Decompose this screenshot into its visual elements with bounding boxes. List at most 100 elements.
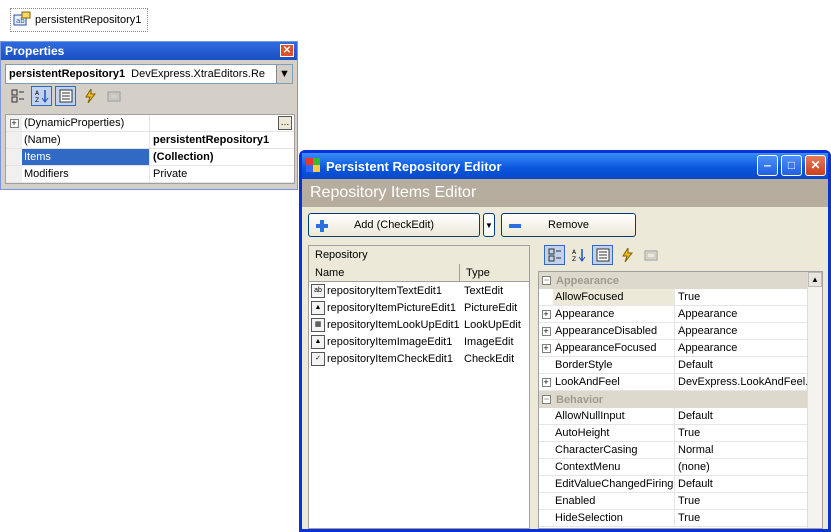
repository-item-name-cell: ▲ repositoryItemImageEdit1 (309, 333, 460, 350)
pictureedit-icon: ▲ (311, 300, 325, 315)
component-tray-item[interactable]: ab persistentRepository1 (10, 8, 149, 32)
property-pages-icon[interactable] (640, 245, 661, 265)
property-row[interactable]: + Appearance Appearance (539, 306, 807, 323)
lookupedit-icon: ▦ (311, 317, 325, 332)
expand-plus-icon[interactable]: + (9, 118, 19, 128)
add-type-dropdown[interactable]: ▼ (483, 213, 495, 237)
plus-icon (316, 220, 328, 232)
repository-item-row[interactable]: ab repositoryItemTextEdit1 TextEdit (309, 282, 529, 299)
property-row[interactable]: EditValueChangedFiringM Default (539, 476, 807, 493)
property-row[interactable]: AllowNullInput Default (539, 408, 807, 425)
property-row[interactable]: + (DynamicProperties) (6, 115, 294, 132)
property-row[interactable]: HideSelection True (539, 510, 807, 527)
alphabetical-icon[interactable]: AZ (568, 245, 589, 265)
repository-item-row[interactable]: ▲ repositoryItemImageEdit1 ImageEdit (309, 333, 529, 350)
property-grid-scrollbar[interactable]: ▲ (807, 272, 822, 528)
property-row[interactable]: + AppearanceFocused Appearance (539, 340, 807, 357)
minimize-icon[interactable]: ‒ (757, 155, 778, 176)
remove-button[interactable]: Remove (501, 213, 636, 237)
repository-editor-window: Persistent Repository Editor ‒ □ ✕ Repos… (299, 150, 831, 532)
add-button[interactable]: Add (CheckEdit) (308, 213, 480, 237)
property-name: (DynamicProperties) (22, 115, 150, 131)
property-value[interactable]: Appearance (675, 340, 807, 356)
property-row[interactable]: AllowFocused True (539, 289, 807, 306)
maximize-icon[interactable]: □ (781, 155, 802, 176)
repository-item-row[interactable]: ▦ repositoryItemLookUpEdit1 LookUpEdit (309, 316, 529, 333)
property-row[interactable]: CharacterCasing Normal (539, 442, 807, 459)
property-row[interactable]: + AppearanceDisabled Appearance (539, 323, 807, 340)
row-gutter (539, 476, 553, 492)
textedit-icon: ab (311, 283, 325, 298)
collapse-minus-icon[interactable]: − (542, 395, 551, 404)
property-value[interactable]: Default (675, 357, 807, 373)
property-value[interactable]: Private (150, 166, 294, 182)
expand-plus-icon[interactable]: + (541, 377, 551, 387)
repository-list-header: Name Type (309, 264, 529, 282)
object-name: persistentRepository1 (9, 68, 126, 80)
property-value[interactable]: Appearance (675, 306, 807, 322)
property-row[interactable]: BorderStyle Default (539, 357, 807, 374)
close-icon[interactable]: ✕ (280, 44, 294, 57)
row-gutter: + (539, 374, 553, 390)
type-column-header[interactable]: Type (460, 264, 529, 281)
properties-view-icon[interactable] (592, 245, 613, 265)
property-row[interactable]: Enabled True (539, 493, 807, 510)
repository-item-type: ImageEdit (464, 335, 514, 348)
property-value[interactable]: (none) (675, 459, 807, 475)
row-gutter (6, 166, 22, 182)
property-name: EditValueChangedFiringM (555, 476, 675, 492)
events-lightning-icon[interactable] (79, 86, 100, 106)
property-value[interactable]: True (675, 425, 807, 441)
minus-icon (509, 224, 521, 228)
property-row[interactable]: + LookAndFeel DevExpress.LookAndFeel.U (539, 374, 807, 391)
property-value[interactable]: Default (675, 408, 807, 424)
categorized-icon[interactable] (544, 245, 565, 265)
close-icon[interactable]: ✕ (805, 155, 826, 176)
object-selector[interactable]: persistentRepository1 DevExpress.XtraEdi… (5, 64, 293, 84)
categorized-icon[interactable] (7, 86, 28, 106)
repository-item-type: TextEdit (464, 284, 504, 297)
properties-view-icon[interactable] (55, 86, 76, 106)
property-name: (Name) (22, 132, 150, 148)
collapse-minus-icon[interactable]: − (542, 276, 551, 285)
expand-plus-icon[interactable]: + (541, 309, 551, 319)
repository-item-row[interactable]: ▲ repositoryItemPictureEdit1 PictureEdit (309, 299, 529, 316)
imageedit-icon: ▲ (311, 334, 325, 349)
property-value[interactable]: True (675, 493, 807, 509)
property-value[interactable]: Appearance (675, 323, 807, 339)
property-value[interactable] (150, 115, 294, 131)
property-value[interactable]: Default (675, 476, 807, 492)
app-icon (306, 158, 320, 172)
editor-caption: Repository Items Editor (302, 179, 828, 207)
row-gutter (6, 149, 22, 165)
scroll-up-icon[interactable]: ▲ (808, 272, 822, 287)
property-name: Items (22, 149, 150, 165)
expand-plus-icon[interactable]: + (541, 326, 551, 336)
property-value[interactable]: (Collection) (150, 149, 294, 165)
events-lightning-icon[interactable] (616, 245, 637, 265)
property-value[interactable]: True (675, 510, 807, 526)
alphabetical-icon[interactable]: AZ (31, 86, 52, 106)
repository-item-name: repositoryItemPictureEdit1 (327, 301, 456, 314)
property-row[interactable]: Modifiers Private (6, 166, 294, 183)
svg-text:Z: Z (572, 256, 576, 262)
category-header[interactable]: − Behavior (539, 391, 807, 408)
ellipsis-button[interactable]: … (278, 116, 292, 130)
property-row[interactable]: ContextMenu (none) (539, 459, 807, 476)
property-value[interactable]: DevExpress.LookAndFeel.U (675, 374, 807, 390)
property-value[interactable]: persistentRepository1 (150, 132, 294, 148)
properties-titlebar: Properties ✕ (1, 42, 297, 60)
property-row[interactable]: (Name) persistentRepository1 (6, 132, 294, 149)
property-row[interactable]: Items (Collection) … (6, 116, 294, 166)
chevron-down-icon[interactable]: ▼ (276, 65, 292, 83)
property-value[interactable]: True (675, 289, 807, 305)
property-row[interactable]: AutoHeight True (539, 425, 807, 442)
property-pages-icon[interactable] (103, 86, 124, 106)
category-header[interactable]: − Appearance (539, 272, 807, 289)
property-value[interactable]: Normal (675, 442, 807, 458)
editor-property-grid: − Appearance AllowFocused True + Appearance Ap… (538, 271, 823, 529)
chevron-down-icon: ▼ (485, 220, 493, 230)
repository-item-row[interactable]: ✓ repositoryItemCheckEdit1 CheckEdit (309, 350, 529, 367)
expand-plus-icon[interactable]: + (541, 343, 551, 353)
name-column-header[interactable]: Name (309, 264, 460, 281)
